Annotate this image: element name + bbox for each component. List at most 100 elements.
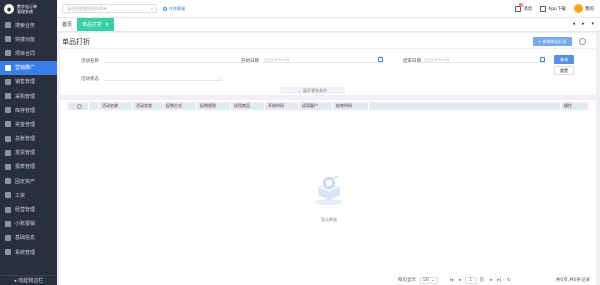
sidebar-item-label: 采购管理: [15, 93, 36, 100]
column-header[interactable]: 促销方式: [162, 102, 196, 110]
sidebar-item[interactable]: 采购管理: [0, 89, 57, 103]
sidebar-item[interactable]: 固定资产: [0, 174, 57, 188]
column-header[interactable]: 操作: [560, 102, 588, 110]
activity-status-label: 活动状态: [81, 77, 99, 82]
box-icon: [5, 107, 11, 114]
column-header[interactable]: 开始时间: [264, 102, 298, 110]
sidebar-item[interactable]: 搜索业务: [0, 18, 57, 32]
online-service-link[interactable]: 在线客服: [163, 6, 185, 12]
prev-page-icon[interactable]: ◂: [458, 278, 460, 283]
search-icon: ⌕: [150, 6, 153, 11]
column-header[interactable]: 适用客户: [298, 102, 332, 110]
query-button[interactable]: 查询: [554, 55, 574, 64]
menu-search-input[interactable]: 请选择需要搜索的菜单 ⌕: [62, 4, 157, 13]
chevrons-down-icon: ⌄: [297, 88, 302, 93]
sidebar-item-label: 搜索业务: [15, 22, 36, 29]
scroll-left-icon[interactable]: ◂: [572, 21, 575, 27]
search-icon: [5, 22, 11, 29]
app-download-label: App下载: [548, 6, 566, 12]
message-label: 消息: [523, 6, 533, 12]
top-bar: 请选择需要搜索的菜单 ⌕ 在线客服 1 消息 App下载 我的: [57, 0, 600, 18]
sidebar-item[interactable]: 项目合同: [0, 46, 57, 60]
column-header[interactable]: 活动名称: [98, 102, 132, 110]
empty-state: 暂无数据: [304, 173, 354, 253]
message-button[interactable]: 1 消息: [515, 2, 533, 12]
start-date-input[interactable]: yyyy-mm-dd: [262, 56, 384, 63]
sidebar-item[interactable]: 工资: [0, 188, 57, 202]
close-tab-icon[interactable]: ×: [105, 22, 109, 28]
page-title: 单品打折: [62, 38, 90, 46]
chevron-down-icon: ⌄: [430, 277, 435, 283]
expand-filters-button[interactable]: ⌄ 展开更多条件: [280, 87, 345, 94]
tab-single-discount-label: 单品打折: [82, 22, 103, 28]
app-logo: ◆ 数字化订单 管理系统: [0, 0, 57, 18]
end-date-input[interactable]: yyyy-mm-dd: [422, 56, 546, 63]
sidebar-item-label: 总账管理: [15, 136, 36, 143]
collapse-label: 收起侧边栏: [18, 278, 44, 284]
page-size-select[interactable]: 50 ⌄: [420, 276, 438, 284]
table-header: 活动名称 活动状态 促销方式 促销规则 适用商品 开始时间 适用客户 结束时间 …: [68, 102, 588, 110]
select-all-checkbox[interactable]: [77, 103, 82, 109]
pagination: 每页显示 50 ⌄ |◂ ◂ 1 页 ▸ ▸| ↻ 共0页,共0条记录: [60, 275, 596, 285]
headset-icon: [163, 6, 167, 11]
empty-text: 暂无数据: [321, 217, 337, 222]
collapse-icon: ◂: [13, 277, 17, 284]
sidebar-item-label: 库存管理: [15, 107, 36, 114]
app-download-button[interactable]: App下载: [540, 5, 566, 12]
activity-status-select[interactable]: ⌄: [104, 74, 222, 81]
first-page-icon[interactable]: |◂: [450, 278, 454, 283]
expand-filters-label: 展开更多条件: [303, 87, 328, 93]
sidebar-item[interactable]: 发票管理: [0, 146, 57, 160]
sidebar-item[interactable]: 营销推广: [0, 60, 57, 75]
sidebar-item-label: 经营管理: [15, 207, 36, 214]
sidebar-item[interactable]: 快捷功能: [0, 32, 57, 46]
refresh-icon[interactable]: ↻: [507, 278, 511, 283]
gear-icon: [5, 249, 11, 256]
online-service-label: 在线客服: [169, 5, 185, 11]
page-size-label: 每页显示: [398, 278, 416, 283]
collapse-sidebar-button[interactable]: ◂ 收起侧边栏: [0, 275, 57, 285]
sidebar-item[interactable]: 小账报销: [0, 217, 57, 231]
report-icon: [5, 163, 11, 170]
sidebar-item[interactable]: 经营管理: [0, 202, 57, 216]
sidebar-item[interactable]: 资金管理: [0, 117, 57, 131]
empty-box-icon: [311, 173, 347, 207]
column-header[interactable]: 促销规则: [196, 102, 230, 110]
info-icon: [5, 234, 11, 241]
chart-icon: [5, 78, 11, 85]
sidebar-item[interactable]: 销售管理: [0, 75, 57, 89]
column-header[interactable]: 适用商品: [230, 102, 264, 110]
asset-icon: [5, 178, 11, 185]
scroll-right-icon[interactable]: ▸: [582, 21, 585, 27]
sidebar-item-label: 工资: [15, 192, 26, 199]
select-all-cell: [68, 102, 88, 110]
reset-button[interactable]: 重置: [554, 66, 574, 75]
sidebar-item[interactable]: 总账管理: [0, 132, 57, 146]
current-page-input[interactable]: 1: [464, 276, 477, 284]
end-date-placeholder: yyyy-mm-dd: [424, 56, 450, 62]
sidebar-item[interactable]: 系统管理: [0, 245, 57, 259]
start-date-label: 开始日期: [241, 59, 259, 64]
total-records-label: 共0页,共0条记录: [555, 278, 590, 283]
activity-name-input[interactable]: [104, 56, 244, 63]
phone-icon: [540, 5, 547, 12]
sidebar-item[interactable]: 基础信息: [0, 231, 57, 245]
tab-home[interactable]: 首页: [57, 18, 77, 31]
megaphone-icon: [5, 64, 11, 71]
last-page-icon[interactable]: ▸|: [497, 278, 501, 283]
more-tabs-icon[interactable]: ▾: [591, 21, 594, 27]
settings-icon[interactable]: [579, 38, 586, 45]
main-panel: 单品打折 + 新增单品打折 活动名称 开始日期 yyyy-mm-dd 结束日期 …: [60, 33, 596, 285]
column-header[interactable]: 结束时间: [332, 102, 368, 110]
user-menu[interactable]: 我的: [574, 4, 594, 13]
column-header[interactable]: 活动状态: [132, 102, 162, 110]
next-page-icon[interactable]: ▸: [490, 278, 492, 283]
sidebar-item-label: 小账报销: [15, 221, 36, 228]
sidebar-item-label: 基础信息: [15, 235, 36, 242]
create-discount-button[interactable]: + 新增单品打折: [533, 37, 572, 46]
tab-single-discount[interactable]: 单品打折 ×: [77, 18, 115, 31]
sidebar-item[interactable]: 库存管理: [0, 103, 57, 117]
sidebar-item[interactable]: 报表管理: [0, 160, 57, 174]
ledger-icon: [5, 135, 11, 142]
sidebar-item-label: 项目合同: [15, 50, 36, 57]
